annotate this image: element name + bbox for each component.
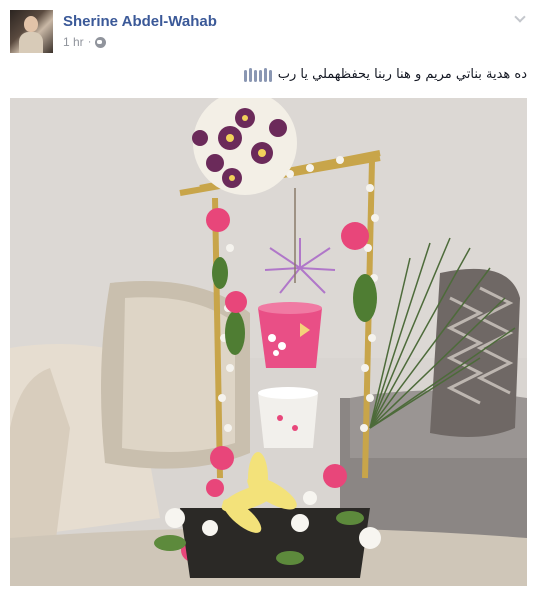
- flower-arrangement-photo: [10, 98, 527, 586]
- post-header: Sherine Abdel-Wahab 1 hr ·: [10, 10, 527, 56]
- avatar-dress: [19, 32, 43, 53]
- author-name[interactable]: Sherine Abdel-Wahab: [63, 13, 217, 30]
- post-meta: 1 hr ·: [63, 35, 107, 49]
- post-photo[interactable]: [10, 98, 527, 586]
- avatar[interactable]: [10, 10, 53, 53]
- chevron-down-icon[interactable]: [513, 12, 527, 26]
- globe-icon[interactable]: [95, 36, 107, 48]
- post-text: ده هدية بناتي مريم و هنا ربنا يحفظهملي ي…: [10, 67, 527, 82]
- facebook-post: Sherine Abdel-Wahab 1 hr · ده هدية بناتي…: [0, 0, 537, 592]
- post-message: ده هدية بناتي مريم و هنا ربنا يحفظهملي ي…: [277, 67, 527, 82]
- meta-separator: ·: [87, 36, 92, 48]
- timestamp[interactable]: 1 hr: [63, 35, 84, 49]
- avatar-face: [24, 16, 38, 32]
- raised-hands-icon: [243, 67, 272, 82]
